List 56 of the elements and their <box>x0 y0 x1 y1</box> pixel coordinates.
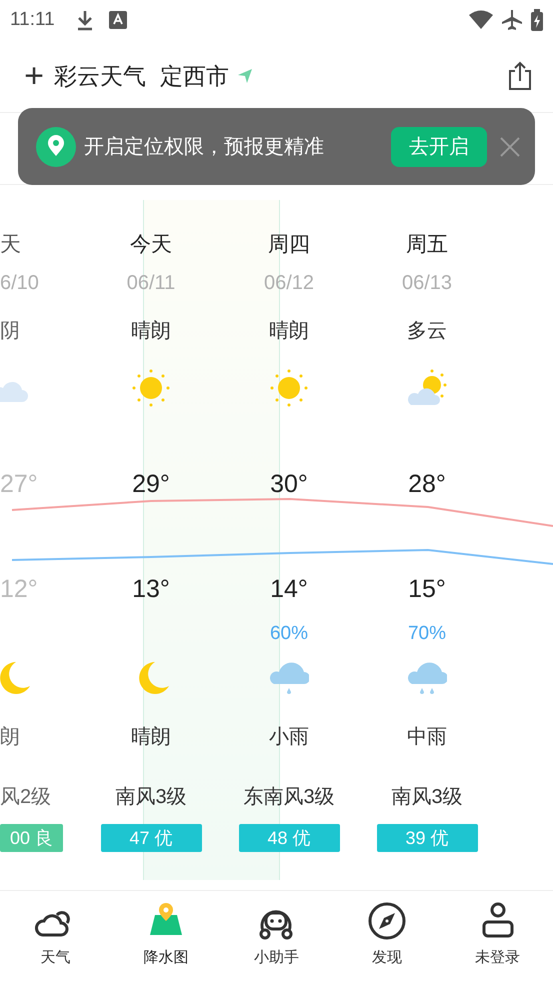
high-temperature: 29° <box>132 469 170 500</box>
city-name[interactable]: 定西市 <box>160 58 229 94</box>
air-quality-badge: 39 优 <box>376 824 478 852</box>
weather-condition: 多云 <box>407 319 447 344</box>
day-label: 天 <box>0 232 21 258</box>
rain-chance: 70% <box>408 622 446 646</box>
day-label: 今天 <box>130 232 172 258</box>
battery-icon <box>531 9 543 31</box>
app-name: 彩云天气 <box>54 62 146 91</box>
weather-condition: 晴朗 <box>131 319 171 344</box>
add-city-button[interactable]: + <box>20 59 48 93</box>
toast-message: 开启定位权限，预报更精准 <box>84 134 324 160</box>
location-pin-icon <box>36 126 76 166</box>
high-temperature: 28° <box>408 469 446 500</box>
location-arrow-icon <box>237 68 253 84</box>
wind-label: 南风3级 <box>115 785 187 810</box>
nav-tab[interactable]: 未登录 <box>442 891 553 983</box>
compass-icon <box>367 901 408 941</box>
night-condition: 晴朗 <box>131 725 171 750</box>
sun-icon <box>131 368 171 408</box>
wind-label: 东南风3级 <box>243 785 335 810</box>
airplane-icon <box>501 9 523 31</box>
date-label: 06/11 <box>126 271 176 296</box>
low-temperature: 14° <box>270 574 308 606</box>
font-icon <box>108 11 127 29</box>
night-condition: 中雨 <box>407 725 447 750</box>
low-temperature: 13° <box>132 574 170 606</box>
nav-tab[interactable]: 发现 <box>332 891 442 983</box>
share-icon <box>507 61 533 91</box>
sun-icon <box>269 368 309 408</box>
date-label: 06/13 <box>402 271 452 296</box>
weather-condition: 晴朗 <box>269 319 309 344</box>
close-icon <box>499 136 521 158</box>
nav-tab[interactable]: 天气 <box>0 891 111 983</box>
air-quality-badge: 48 优 <box>238 824 340 852</box>
night-condition: 朗 <box>0 725 20 750</box>
day-label: 周五 <box>406 232 448 258</box>
wifi-icon <box>469 10 493 30</box>
nav-tab[interactable]: 降水图 <box>110 891 222 983</box>
high-temperature: 27° <box>0 469 38 500</box>
low-temperature: 12° <box>0 574 38 606</box>
status-time: 11:11 <box>10 8 55 32</box>
night-condition: 小雨 <box>269 725 309 750</box>
air-quality-badge: 47 优 <box>100 824 202 852</box>
air-quality-badge: 00 良 <box>0 824 63 852</box>
weather-condition: 阴 <box>0 319 20 344</box>
day-label: 周四 <box>268 232 310 258</box>
high-temperature: 30° <box>270 469 308 500</box>
date-label: 6/10 <box>0 271 39 296</box>
wind-label: 南风3级 <box>391 785 463 810</box>
rain-chance: 60% <box>270 622 308 646</box>
sun-behind-cloud-icon <box>407 368 447 408</box>
low-temperature: 15° <box>408 574 446 606</box>
nav-tab[interactable]: 小助手 <box>221 891 332 983</box>
wind-label: 风2级 <box>0 785 52 810</box>
date-label: 06/12 <box>264 271 314 296</box>
